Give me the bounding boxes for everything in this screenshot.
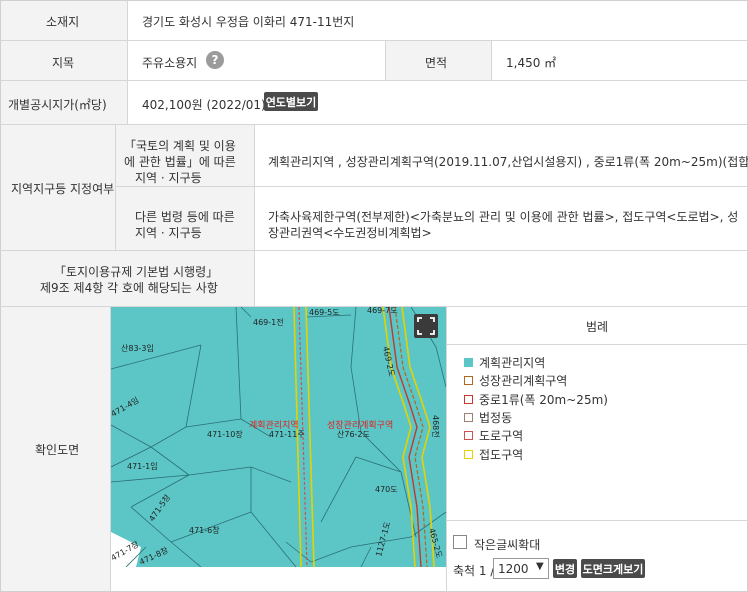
area-value: 1,450 ㎡ — [506, 56, 557, 70]
legend-label: 성장관리계획구역 — [479, 374, 568, 388]
legend-label: 도로구역 — [479, 429, 524, 443]
legend-label: 접도구역 — [479, 448, 524, 462]
jimok-label: 지목 — [52, 56, 75, 70]
legend-swatch — [464, 376, 473, 385]
zone-label-growth: 성장관리계획구역 — [327, 419, 393, 431]
year-history-button[interactable]: 연도별보기 — [264, 92, 318, 111]
parcel-label: 471-6창 — [189, 526, 220, 535]
zone-sub2-label-line2: 지역 · 지구등 — [135, 226, 202, 240]
help-icon[interactable]: ? — [206, 51, 224, 69]
legend-item: 도로구역 — [464, 427, 523, 444]
small-text-zoom-checkbox[interactable] — [453, 535, 467, 549]
parcel-label: 469-5도 — [309, 308, 340, 317]
zone-sub2-value-line1: 가축사육제한구역(전부제한)<가축분뇨의 관리 및 이용에 관한 법률>, 접도… — [268, 210, 739, 224]
legend-swatch — [464, 431, 473, 440]
legend-title: 범례 — [585, 320, 609, 334]
decree-label-line1: 「토지이용규제 기본법 시행령」 — [54, 265, 219, 279]
legend-label: 중로1류(폭 20m~25m) — [479, 393, 608, 407]
legend-swatch — [464, 358, 473, 367]
parcel-label: 471-10장 — [207, 429, 243, 439]
big-map-button[interactable]: 도면크게보기 — [581, 559, 645, 578]
cadastral-map[interactable]: 469-1전 469-5도 469-7도 469-2도 산83-3임 471-4… — [111, 307, 446, 567]
legend-item: 성장관리계획구역 — [464, 372, 567, 389]
map-label: 확인도면 — [35, 443, 80, 457]
parcel-label: 469-7도 — [367, 307, 398, 315]
small-text-zoom-label[interactable]: 작은글씨확대 — [474, 536, 540, 553]
zone-sub1-label-line2: 에 관한 법률」에 따른 — [124, 155, 236, 169]
parcel-label: 471-11주 — [269, 430, 305, 439]
jimok-value: 주유소용지 — [142, 56, 198, 70]
legend-label: 계획관리지역 — [479, 356, 546, 370]
legend-item: 접도구역 — [464, 446, 523, 463]
area-label: 면적 — [425, 56, 448, 70]
scale-value: 1200 — [498, 562, 529, 576]
zone-sub2-label-line1: 다른 법령 등에 따른 — [135, 210, 235, 224]
parcel-label: 471-1임 — [127, 462, 158, 471]
scale-select[interactable]: 1200 ▼ — [493, 558, 549, 579]
decree-label-line2: 제9조 제4항 각 호에 해당되는 사항 — [40, 281, 218, 295]
fullscreen-icon[interactable] — [414, 314, 438, 338]
location-value: 경기도 화성시 우정읍 이화리 471-11번지 — [142, 15, 355, 29]
legend-swatch — [464, 395, 473, 404]
scale-prefix: 축척 1 / — [453, 564, 495, 578]
legend-swatch — [464, 450, 473, 459]
zone-sub1-label-line1: 「국토의 계획 및 이용 — [124, 139, 236, 153]
legend-item: 법정동 — [464, 409, 512, 426]
zone-sub2-value-line2: 장관리권역<수도권정비계획법> — [268, 226, 432, 240]
parcel-label: 469-1전 — [253, 317, 284, 327]
location-label: 소재지 — [46, 15, 80, 29]
legend-label: 법정동 — [479, 411, 513, 425]
price-label: 개별공시지가(㎡당) — [8, 98, 107, 112]
legend-item: 계획관리지역 — [464, 354, 545, 371]
zone-sub1-label-line3: 지역 · 지구등 — [135, 171, 202, 185]
chevron-down-icon: ▼ — [536, 561, 544, 572]
zone-label-planning: 계획관리지역 — [249, 419, 299, 431]
parcel-label: 산83-3임 — [121, 343, 154, 353]
zone-sub1-value: 계획관리지역 , 성장관리계획구역(2019.11.07,산업시설용지) , 중… — [268, 155, 748, 169]
legend-item: 중로1류(폭 20m~25m) — [464, 391, 608, 408]
scale-change-button[interactable]: 변경 — [553, 559, 577, 578]
parcel-label: 468전 — [431, 415, 441, 438]
parcel-label: 470도 — [375, 485, 398, 494]
zone-label: 지역지구등 지정여부 — [11, 182, 115, 196]
legend-swatch — [464, 413, 473, 422]
price-value: 402,100원 (2022/01) — [142, 98, 266, 112]
